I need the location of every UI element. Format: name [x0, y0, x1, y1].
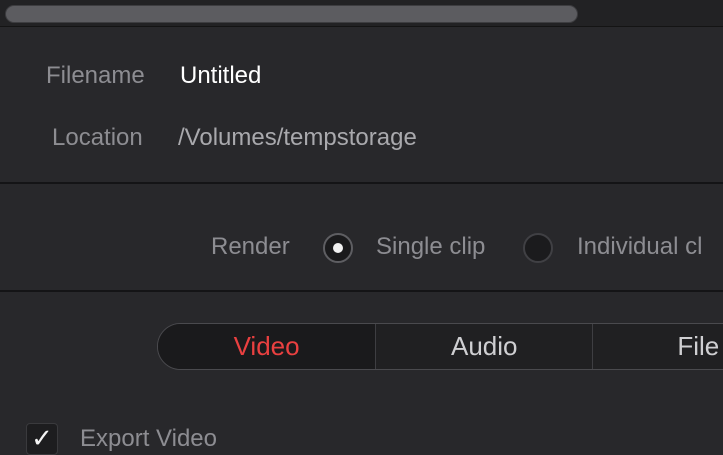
tab-video[interactable]: Video [158, 324, 376, 369]
render-single-clip-label[interactable]: Single clip [376, 233, 485, 261]
tab-audio[interactable]: Audio [375, 324, 592, 369]
export-video-label: Export Video [80, 425, 217, 452]
horizontal-scrollbar[interactable] [0, 0, 723, 27]
render-settings-tabbar: Video Audio File [157, 323, 723, 370]
filename-label: Filename [46, 62, 145, 89]
tab-file[interactable]: File [592, 324, 723, 369]
render-label: Render [211, 233, 290, 260]
render-individual-clips-label[interactable]: Individual cl [577, 233, 702, 261]
render-individual-clips-radio[interactable] [523, 233, 553, 263]
section-divider [0, 290, 723, 292]
section-divider [0, 182, 723, 184]
location-field[interactable]: /Volumes/tempstorage [178, 124, 417, 152]
render-single-clip-radio[interactable] [323, 233, 353, 263]
filename-field[interactable]: Untitled [180, 62, 261, 90]
scrollbar-thumb[interactable] [5, 5, 578, 23]
export-video-checkbox[interactable]: ✓ [26, 423, 58, 455]
location-label: Location [52, 124, 143, 151]
